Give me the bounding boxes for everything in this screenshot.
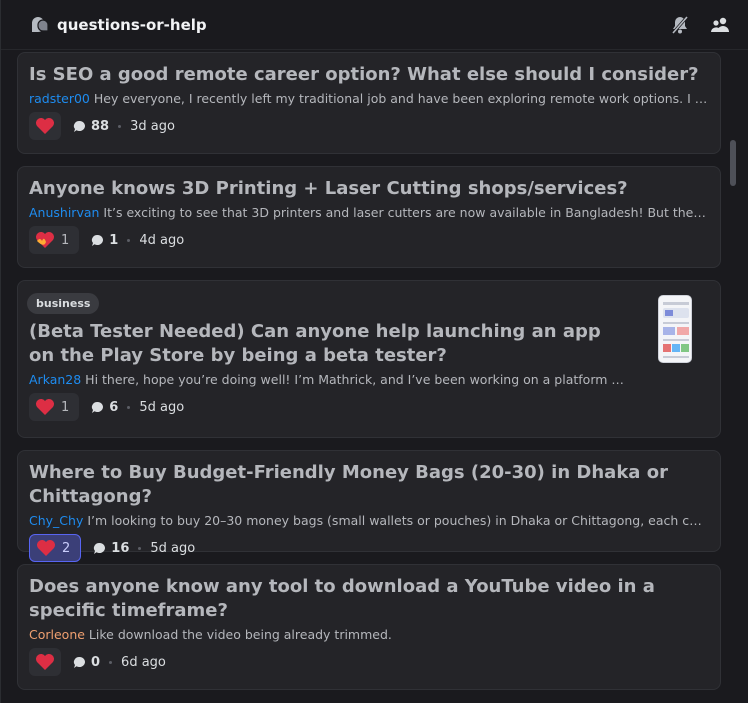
separator-dot — [118, 124, 122, 128]
separator-dot — [138, 546, 142, 550]
heart-icon — [36, 654, 54, 670]
post-age: 5d ago — [139, 399, 185, 415]
post-title: Where to Buy Budget-Friendly Money Bags … — [29, 462, 668, 507]
post-age: 6d ago — [121, 654, 166, 670]
message-bubble-icon — [73, 656, 85, 668]
post-preview-text: It’s exciting to see that 3D printers an… — [103, 205, 709, 220]
heart-on-fire-icon — [36, 232, 54, 248]
forum-channel-view: questions-or-help Is SEO a good remote c… — [0, 0, 748, 703]
post-meta: 88 3d ago — [29, 112, 709, 140]
reaction-count: 1 — [61, 399, 70, 415]
post-author[interactable]: Chy_Chy — [29, 513, 83, 528]
post-title: Anyone knows 3D Printing + Laser Cutting… — [29, 178, 628, 199]
reaction-count: 1 — [61, 232, 70, 248]
post-preview-text: Hi there, hope you’re doing well! I’m Ma… — [85, 372, 624, 387]
post-author[interactable]: radster00 — [29, 91, 90, 106]
post-age: 3d ago — [130, 118, 175, 134]
post-preview: radster00 Hey everyone, I recently left … — [29, 90, 709, 108]
forum-post-card[interactable]: Anyone knows 3D Printing + Laser Cutting… — [17, 166, 721, 268]
post-meta: 1 1 4d ago — [29, 226, 709, 254]
forum-icon — [29, 15, 49, 35]
message-bubble-icon — [92, 234, 104, 246]
post-meta: 0 6d ago — [29, 648, 709, 676]
message-count: 16 — [93, 541, 129, 556]
message-count: 1 — [91, 233, 118, 248]
reaction-button[interactable]: 1 — [29, 393, 80, 421]
post-tag: business — [27, 293, 100, 314]
post-preview: Anushirvan It’s exciting to see that 3D … — [29, 204, 709, 222]
separator-dot — [127, 405, 131, 409]
notifications-muted-icon[interactable] — [668, 13, 692, 37]
message-count: 88 — [73, 119, 109, 134]
forum-post-card[interactable]: business (Beta Tester Needed) Can anyone… — [17, 280, 721, 438]
post-preview-text: Hey everyone, I recently left my traditi… — [93, 91, 709, 106]
separator-dot — [109, 660, 113, 664]
reaction-button-active[interactable]: 2 — [29, 534, 82, 562]
post-title: Does anyone know any tool to download a … — [29, 576, 655, 621]
reaction-button[interactable] — [29, 112, 61, 140]
post-thumbnail-image[interactable] — [658, 295, 692, 363]
post-author[interactable]: Anushirvan — [29, 205, 99, 220]
post-title: (Beta Tester Needed) Can anyone help lau… — [29, 321, 601, 366]
post-preview: Arkan28 Hi there, hope you’re doing well… — [29, 371, 624, 389]
members-icon[interactable] — [708, 13, 732, 37]
post-preview-text: I’m looking to buy 20–30 money bags (sma… — [87, 513, 709, 528]
reaction-button[interactable] — [29, 648, 61, 676]
message-count: 6 — [91, 400, 118, 415]
forum-post-card[interactable]: Does anyone know any tool to download a … — [17, 564, 721, 690]
message-count-value: 16 — [111, 540, 130, 556]
post-author[interactable]: Corleone — [29, 627, 85, 642]
message-bubble-icon — [94, 542, 106, 554]
message-count-value: 1 — [109, 232, 119, 248]
scrollbar-thumb[interactable] — [730, 140, 736, 186]
forum-post-card[interactable]: Is SEO a good remote career option? What… — [17, 52, 721, 154]
channel-header: questions-or-help — [1, 0, 748, 50]
post-meta: 1 6 5d ago — [29, 393, 709, 421]
post-preview: Corleone Like download the video being a… — [29, 626, 709, 644]
post-age: 5d ago — [150, 540, 196, 556]
reaction-count: 2 — [62, 540, 71, 556]
heart-icon — [37, 540, 55, 556]
forum-post-card[interactable]: Where to Buy Budget-Friendly Money Bags … — [17, 450, 721, 562]
reaction-button[interactable]: 1 — [29, 226, 80, 254]
post-age: 4d ago — [139, 232, 185, 248]
message-count-value: 88 — [91, 118, 110, 134]
heart-icon — [36, 118, 54, 134]
message-count-value: 0 — [91, 654, 101, 670]
separator-dot — [127, 238, 131, 242]
message-bubble-icon — [73, 120, 85, 132]
message-bubble-icon — [92, 401, 104, 413]
post-preview: Chy_Chy I’m looking to buy 20–30 money b… — [29, 512, 709, 530]
message-count: 0 — [73, 655, 100, 670]
post-meta: 2 16 5d ago — [29, 534, 709, 562]
post-preview-text: Like download the video being already tr… — [84, 627, 392, 642]
post-title: Is SEO a good remote career option? What… — [29, 64, 699, 85]
message-count-value: 6 — [109, 399, 119, 415]
post-author[interactable]: Arkan28 — [29, 372, 81, 387]
channel-name: questions-or-help — [57, 15, 207, 34]
heart-icon — [36, 399, 54, 415]
